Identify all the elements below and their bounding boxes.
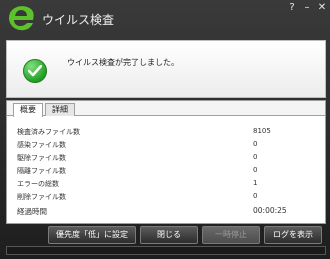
window-title: ウイルス検査 bbox=[42, 13, 115, 27]
tab-summary[interactable]: 概要 bbox=[13, 103, 43, 117]
title-bar: ウイルス検査 ? – ✕ bbox=[0, 0, 330, 36]
table-row: 感染ファイル数 0 bbox=[17, 140, 307, 150]
row-value: 00:00:25 bbox=[253, 206, 287, 215]
row-value: 0 bbox=[253, 140, 258, 148]
close-icon[interactable]: ✕ bbox=[315, 2, 329, 13]
table-row: 隔離ファイル数 0 bbox=[17, 166, 307, 176]
button-bar: 優先度「低」に設定 閉じる 一時停止 ログを表示 bbox=[6, 226, 324, 244]
show-log-button[interactable]: ログを表示 bbox=[264, 226, 322, 244]
table-row: 駆除ファイル数 0 bbox=[17, 153, 307, 163]
row-label: 削除ファイル数 bbox=[17, 193, 66, 201]
row-value: 1 bbox=[253, 179, 258, 187]
check-icon bbox=[23, 59, 47, 83]
row-label: 隔離ファイル数 bbox=[17, 167, 66, 175]
row-value: 0 bbox=[253, 192, 258, 200]
logo-icon bbox=[9, 6, 34, 31]
help-icon[interactable]: ? bbox=[285, 2, 299, 13]
row-label: 経過時間 bbox=[17, 207, 47, 216]
pause-button: 一時停止 bbox=[202, 226, 260, 244]
result-panel: 概要 詳細 検査済みファイル数 8105 感染ファイル数 0 駆除ファイル数 0… bbox=[6, 100, 326, 224]
table-row: 検査済みファイル数 8105 bbox=[17, 127, 307, 137]
scan-window: ウイルス検査 ? – ✕ ウイルス検査が完了しました。 概要 詳細 検査済みファ… bbox=[0, 0, 330, 259]
status-message: ウイルス検査が完了しました。 bbox=[67, 58, 179, 67]
row-label: 検査済みファイル数 bbox=[17, 128, 80, 136]
close-button[interactable]: 閉じる bbox=[140, 226, 198, 244]
row-value: 8105 bbox=[253, 127, 271, 135]
minimize-button[interactable]: – bbox=[300, 2, 314, 13]
set-low-priority-button[interactable]: 優先度「低」に設定 bbox=[48, 226, 136, 244]
table-row: 削除ファイル数 0 bbox=[17, 192, 307, 202]
table-row: 経過時間 00:00:25 bbox=[17, 206, 307, 216]
table-row: エラーの総数 1 bbox=[17, 179, 307, 189]
row-label: 感染ファイル数 bbox=[17, 141, 66, 149]
tab-details[interactable]: 詳細 bbox=[45, 103, 75, 116]
tab-bar: 概要 詳細 bbox=[7, 101, 325, 117]
row-label: エラーの総数 bbox=[17, 180, 59, 188]
row-label: 駆除ファイル数 bbox=[17, 154, 66, 162]
status-banner: ウイルス検査が完了しました。 bbox=[6, 40, 326, 98]
progress-bar bbox=[6, 246, 326, 255]
row-value: 0 bbox=[253, 166, 258, 174]
row-value: 0 bbox=[253, 153, 258, 161]
